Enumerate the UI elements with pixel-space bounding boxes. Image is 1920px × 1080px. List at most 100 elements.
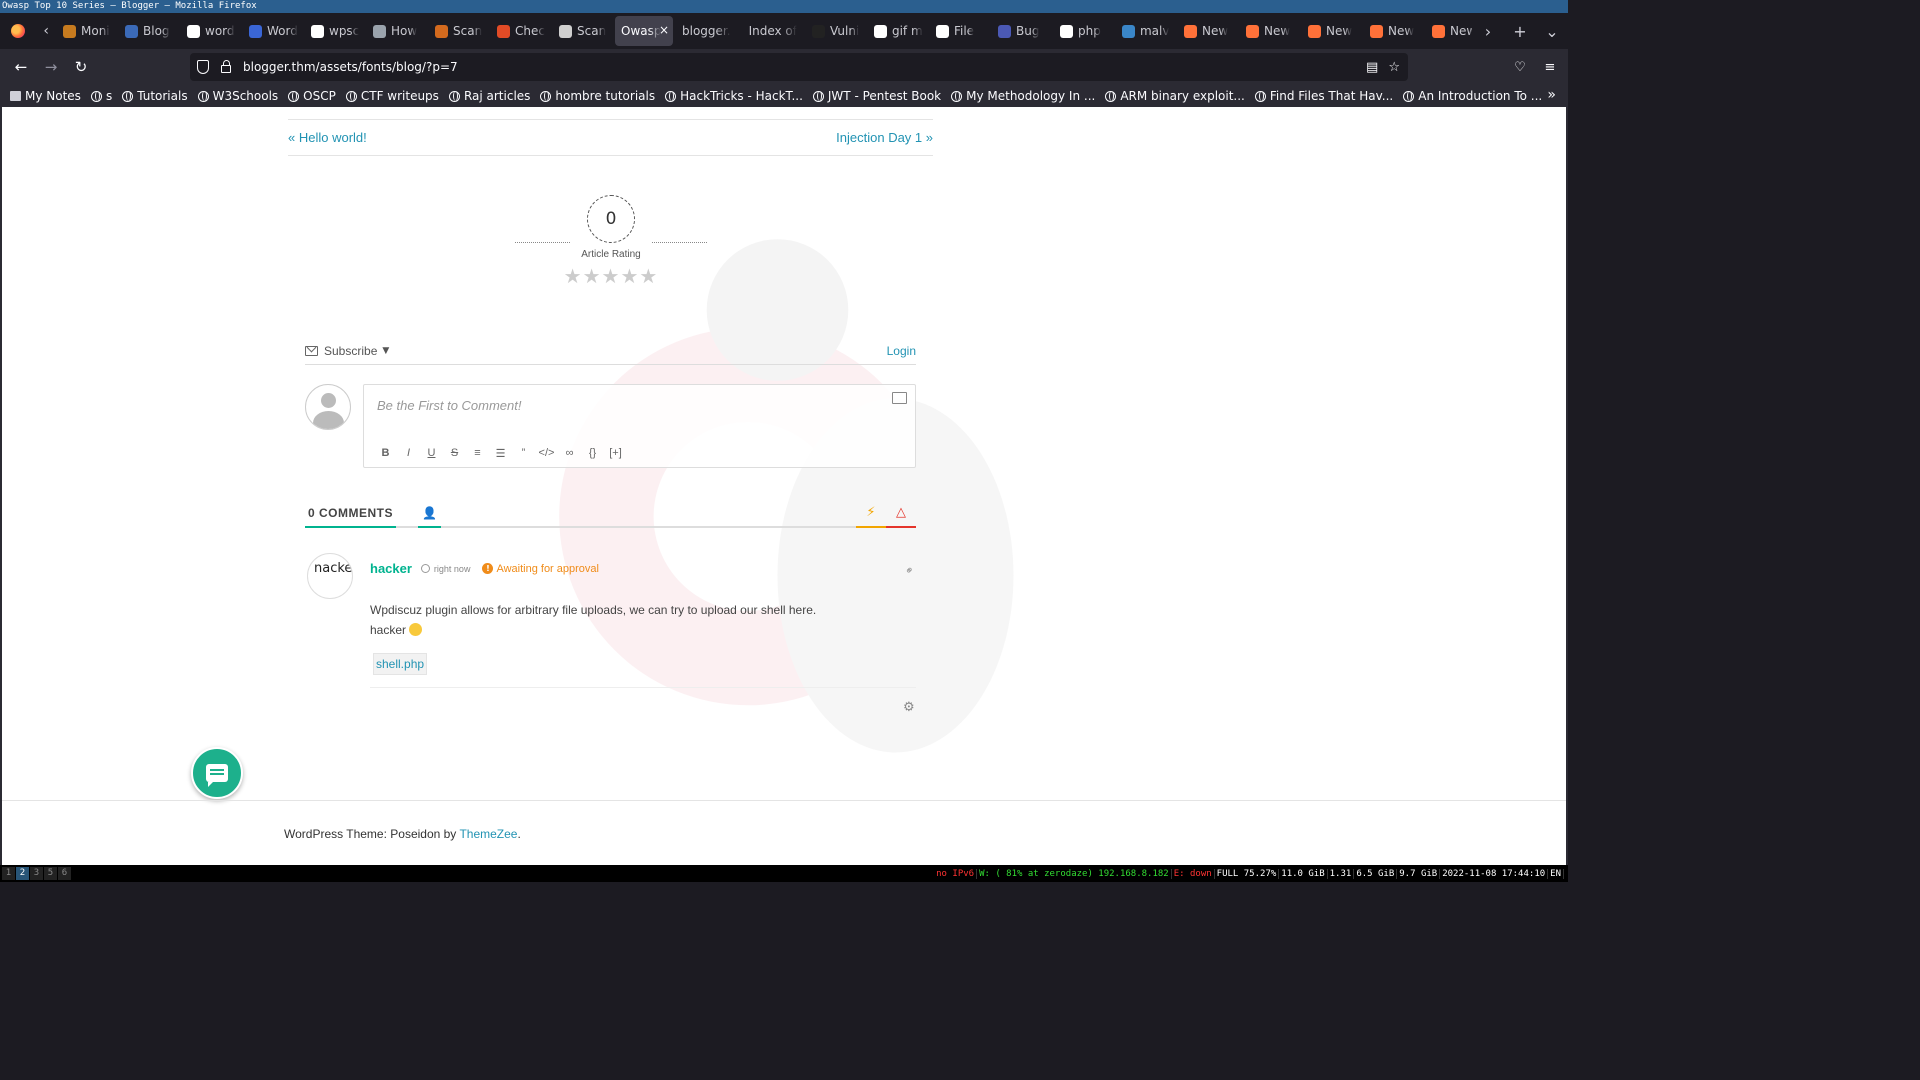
firefox-menu-icon[interactable] [0, 13, 35, 49]
editor-toolbar-button[interactable]: ” [512, 447, 535, 459]
login-link[interactable]: Login [887, 344, 916, 358]
bookmark-star-icon[interactable]: ☆ [1388, 60, 1400, 75]
workspace-button[interactable]: 6 [58, 867, 71, 880]
editor-toolbar-button[interactable]: ∞ [558, 447, 581, 459]
browser-tab[interactable]: How [367, 16, 429, 46]
sort-hottest-icon[interactable]: △ [886, 504, 916, 528]
editor-toolbar-button[interactable]: {} [581, 447, 604, 459]
browser-tab[interactable]: Scan [429, 16, 491, 46]
comment-link-icon[interactable]: ⚭ [902, 563, 918, 579]
chat-bubble-button[interactable] [191, 747, 243, 799]
bookmark-item[interactable]: CTF writeups [345, 89, 439, 103]
bookmark-item[interactable]: Raj articles [448, 89, 530, 103]
editor-toolbar-button[interactable]: U [420, 447, 443, 459]
tab-scroll-left-icon[interactable]: ‹ [35, 13, 57, 49]
lock-icon[interactable] [221, 60, 231, 73]
editor-toolbar-button[interactable]: B [374, 447, 397, 459]
tab-favicon-icon [311, 24, 324, 38]
bookmark-item[interactable]: Tutorials [122, 89, 188, 103]
browser-tab[interactable]: Bug [992, 16, 1054, 46]
comment-editor[interactable]: Be the First to Comment! B I U S ≡ ☰” </> ∞{} [+… [363, 384, 916, 468]
editor-toolbar-button[interactable]: [+] [604, 447, 627, 459]
tab-favicon-icon [63, 24, 76, 38]
globe-icon [288, 90, 300, 102]
tab-label: Blog [143, 24, 170, 38]
workspace-button[interactable]: 1 [2, 867, 15, 880]
workspace-button[interactable]: 2 [16, 867, 29, 880]
attachment-link[interactable]: shell.php [373, 653, 428, 675]
browser-tab[interactable]: Scan [553, 16, 615, 46]
bookmark-item[interactable]: ARM binary exploit... [1105, 89, 1245, 103]
browser-tab[interactable]: gif m [868, 16, 930, 46]
rating-divider [652, 242, 707, 243]
bookmark-item[interactable]: s [90, 89, 112, 103]
back-button[interactable]: ← [6, 52, 36, 82]
tracking-protection-icon[interactable] [197, 60, 209, 74]
browser-tab[interactable]: php [1054, 16, 1116, 46]
pocket-icon[interactable]: ♡ [1510, 55, 1530, 79]
editor-toolbar-button[interactable]: ☰ [489, 447, 512, 460]
caret-down-icon[interactable]: ▼ [382, 346, 389, 356]
list-all-tabs-icon[interactable]: ⌄ [1536, 22, 1568, 41]
settings-gear-icon[interactable]: ⚙ [903, 700, 915, 715]
browser-tab[interactable]: New [1240, 16, 1302, 46]
bookmark-item[interactable]: HackTricks - HackT... [665, 89, 803, 103]
globe-icon [1403, 90, 1415, 102]
globe-icon [1254, 90, 1266, 102]
editor-toolbar-button[interactable]: S [443, 447, 466, 459]
clock-status: 2022-11-08 17:44:10 [1440, 868, 1549, 879]
browser-tab[interactable]: Chec [491, 16, 553, 46]
next-post-link[interactable]: Injection Day 1 » [836, 130, 933, 145]
browser-tab[interactable]: New [1178, 16, 1240, 46]
browser-tab[interactable]: File [930, 16, 992, 46]
bookmark-item[interactable]: An Introduction To ... [1403, 89, 1542, 103]
bookmark-item[interactable]: JWT - Pentest Book [812, 89, 941, 103]
bookmark-item[interactable]: hombre tutorials [540, 89, 655, 103]
browser-tab[interactable]: Moni [57, 16, 119, 46]
editor-toolbar-button[interactable]: </> [535, 447, 558, 459]
browser-tab[interactable]: blogger. [673, 16, 740, 46]
tab-scroll-right-icon[interactable]: › [1472, 22, 1504, 41]
browser-tab[interactable]: Vulni [806, 16, 868, 46]
browser-tab[interactable]: Blog [119, 16, 181, 46]
bookmark-item[interactable]: Find Files That Hav... [1254, 89, 1393, 103]
tab-label: Owasp [621, 24, 662, 38]
more-bookmarks-icon[interactable]: » [1547, 87, 1556, 103]
workspace-button[interactable]: 5 [44, 867, 57, 880]
bookmark-item[interactable]: My Notes [10, 89, 81, 103]
users-gear-icon[interactable]: 👤 [418, 504, 441, 528]
reader-view-icon[interactable]: ▤ [1366, 60, 1378, 75]
browser-tab[interactable]: word [181, 16, 243, 46]
rating-stars[interactable]: ★★★★★ [511, 264, 711, 288]
bookmark-item[interactable]: OSCP [288, 89, 336, 103]
url-bar[interactable]: blogger.thm/assets/fonts/blog/?p=7 ▤ ☆ [190, 53, 1408, 81]
browser-tab[interactable]: New [1426, 16, 1472, 46]
forward-button[interactable]: → [36, 52, 66, 82]
comment-author[interactable]: hacker [370, 561, 412, 576]
bookmark-item[interactable]: W3Schools [197, 89, 278, 103]
close-tab-icon[interactable]: × [659, 23, 669, 37]
browser-tab[interactable]: Index of [740, 16, 806, 46]
comment-input[interactable]: Be the First to Comment! [377, 398, 522, 413]
app-menu-icon[interactable]: ≡ [1540, 55, 1560, 79]
bookmark-item[interactable]: My Methodology In ... [951, 89, 1095, 103]
browser-tab[interactable]: New [1302, 16, 1364, 46]
browser-tab[interactable]: Word [243, 16, 305, 46]
browser-tab[interactable]: Owasp × [615, 16, 673, 46]
previous-post-link[interactable]: « Hello world! [288, 130, 367, 145]
editor-toolbar-button[interactable]: I [397, 447, 420, 459]
browser-tab[interactable]: malv [1116, 16, 1178, 46]
editor-toolbar-button[interactable]: ≡ [466, 447, 489, 459]
workspace-button[interactable]: 3 [30, 867, 43, 880]
new-tab-icon[interactable]: + [1504, 22, 1536, 41]
themezee-link[interactable]: ThemeZee [459, 827, 517, 841]
browser-tab[interactable]: New [1364, 16, 1426, 46]
image-upload-icon[interactable] [892, 392, 907, 404]
tab-label: gif m [891, 24, 923, 38]
subscribe-button[interactable]: Subscribe [324, 344, 377, 358]
browser-tab[interactable]: wpsc [305, 16, 367, 46]
url-text[interactable]: blogger.thm/assets/fonts/blog/?p=7 [243, 60, 458, 74]
sort-newest-icon[interactable]: ⚡ [856, 504, 886, 528]
comments-count[interactable]: 0 COMMENTS [305, 504, 397, 528]
reload-button[interactable]: ↻ [66, 52, 96, 82]
